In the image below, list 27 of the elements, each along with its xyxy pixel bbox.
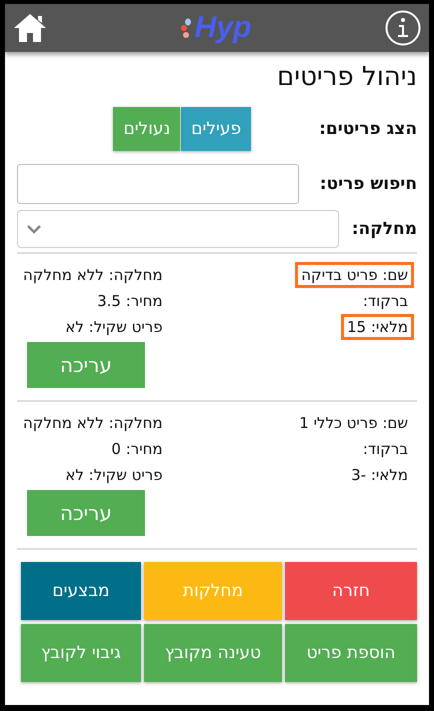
logo: Hyp [194,11,252,45]
action-button[interactable]: מבצעים [21,562,141,620]
item-detail: מחלקה: ללא מחלקה [22,265,164,286]
action-button[interactable]: גיבוי לקובץ [21,624,141,682]
filter-toggle[interactable]: פעילים [181,107,252,151]
item-detail: פריט שקיל: לא [64,465,164,486]
page-title: ניהול פריטים [276,62,417,92]
item-detail: מלאי: 15 [340,314,414,340]
action-button[interactable]: חזרה [285,562,417,620]
search-label: חיפוש פריט: [320,174,417,194]
item-detail: פריט שקיל: לא [64,317,164,338]
item-detail: ברקוד: [362,439,409,460]
action-button[interactable]: טעינה מקובץ [144,624,282,682]
item-detail: מחלקה: ללא מחלקה [22,413,164,434]
filter-label: הצג פריטים: [319,119,417,139]
item-detail: שם: פריט בדיקה [295,262,414,288]
item-detail: מלאי: -3 [350,465,409,486]
edit-button[interactable]: עריכה [27,490,145,536]
item-detail: שם: פריט כללי 1 [298,413,409,434]
category-label: מחלקה: [352,219,417,239]
filter-toggle[interactable]: נעולים [113,107,180,151]
action-button[interactable]: הוספת פריט [285,624,417,682]
item-detail: ברקוד: [362,291,409,312]
item-detail: מחיר: 3.5 [96,291,164,312]
action-button[interactable]: מחלקות [144,562,282,620]
edit-button[interactable]: עריכה [27,342,145,388]
item-detail: מחיר: 0 [110,439,164,460]
